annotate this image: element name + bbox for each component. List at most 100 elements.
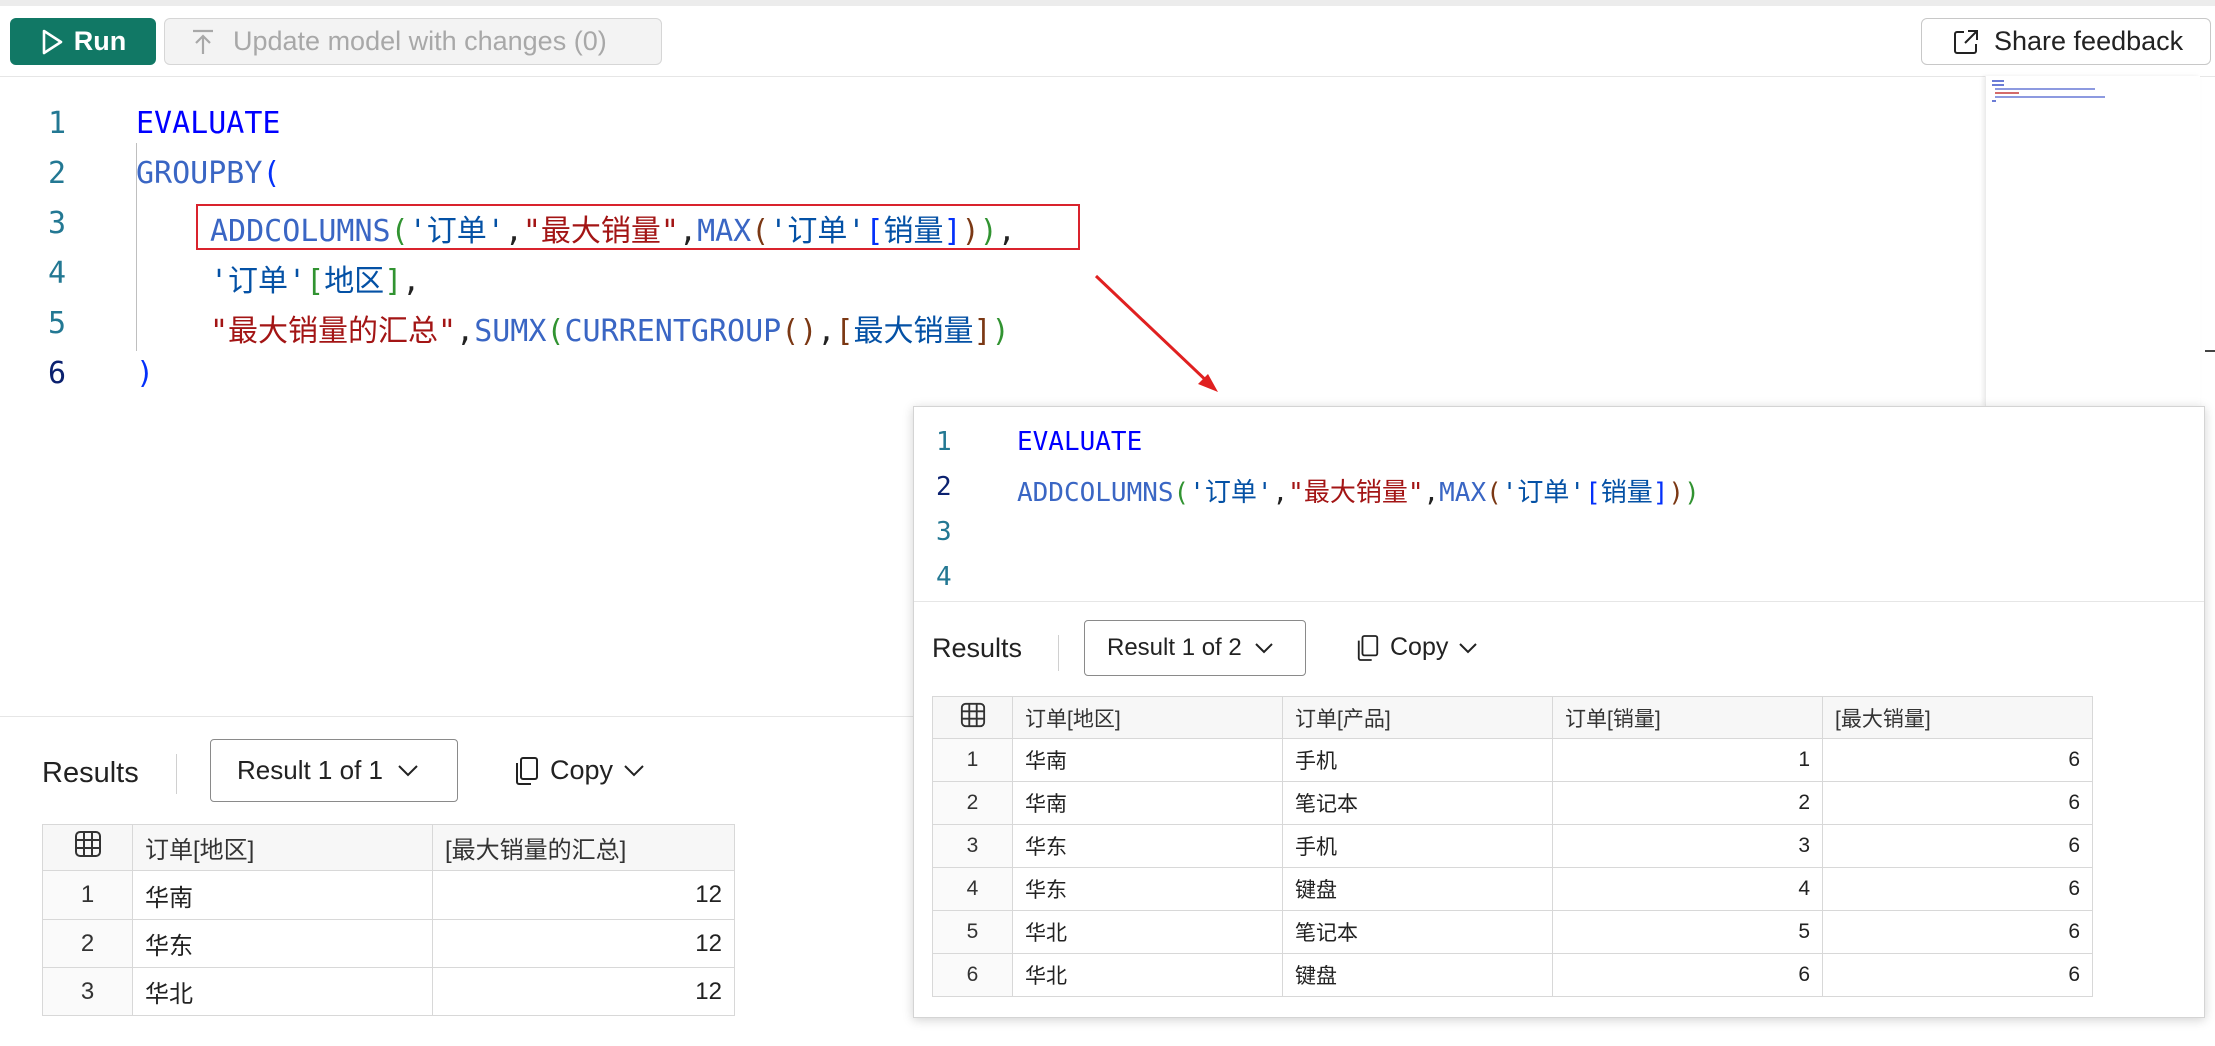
code-token: EVALUATE	[1017, 427, 1143, 457]
code-token: ,	[817, 314, 836, 349]
code-minimap[interactable]	[1985, 76, 2200, 406]
cell-region: 华北	[132, 967, 433, 1016]
row-index: 1	[42, 870, 133, 920]
code-token: )	[799, 314, 818, 349]
highlight-box	[196, 204, 1080, 250]
code-token: CURRENTGROUP	[564, 314, 782, 349]
results-divider	[914, 601, 2204, 602]
run-button[interactable]: Run	[10, 18, 156, 65]
open-external-icon	[1954, 29, 1978, 54]
row-index: 1	[932, 738, 1013, 782]
code-token: [	[1585, 478, 1601, 508]
cell-value: 12	[432, 967, 735, 1016]
line-number: 4	[936, 562, 952, 592]
cell-region: 华北	[1012, 910, 1283, 954]
cell-region: 华南	[1012, 738, 1283, 782]
code-token: ]	[384, 264, 403, 299]
result-select-dropdown[interactable]: Result 1 of 2	[1084, 620, 1306, 676]
code-token: "最大销量的汇总"	[210, 314, 457, 349]
cell-region: 华东	[1012, 867, 1283, 911]
table-row: 5 华北 笔记本 5 6	[932, 910, 2093, 954]
code-line-2: GROUPBY(	[136, 156, 281, 191]
row-index: 3	[932, 824, 1013, 868]
upload-arrow-icon	[193, 29, 213, 54]
table-header-row: 订单[地区] 订单[产品] 订单[销量] [最大销量]	[932, 696, 2093, 739]
result-select-value: Result 1 of 1	[237, 755, 383, 785]
overlay-query-panel: 1 2 3 4 EVALUATE ADDCOLUMNS('订单',"最大销量",…	[913, 406, 2205, 1018]
column-header[interactable]: 订单[地区]	[132, 824, 433, 871]
table-row: 1 华南 12	[42, 870, 735, 920]
column-header[interactable]: 订单[地区]	[1012, 696, 1283, 739]
grid-table-icon	[74, 831, 101, 857]
row-index: 2	[932, 781, 1013, 825]
table-row: 3 华北 12	[42, 967, 735, 1016]
code-token: "最大销量"	[1288, 478, 1424, 508]
column-header[interactable]: 订单[销量]	[1552, 696, 1823, 739]
code-line-1: EVALUATE	[136, 106, 281, 141]
copy-label: Copy	[550, 755, 614, 785]
code-token: (	[1173, 478, 1190, 508]
code-token: ,	[402, 264, 421, 299]
line-number: 3	[48, 206, 67, 241]
code-token: GROUPBY	[136, 156, 263, 191]
code-token: 最大销量	[853, 314, 974, 349]
code-token: 地区	[324, 264, 385, 299]
code-line-4: '订单'[地区],	[210, 256, 420, 300]
code-line-5: "最大销量的汇总",SUMX(CURRENTGROUP(),[最大销量])	[210, 306, 1010, 350]
cell-max: 6	[1822, 738, 2093, 782]
copy-icon	[1357, 634, 1379, 661]
cell-max: 6	[1822, 910, 2093, 954]
table-row: 1 华南 手机 1 6	[932, 738, 2093, 782]
code-token: MAX	[1439, 478, 1487, 508]
cell-product: 键盘	[1282, 953, 1553, 997]
minimap-line	[1995, 88, 2095, 90]
cell-region: 华东	[132, 919, 433, 968]
chevron-down-icon	[1255, 643, 1273, 654]
cell-qty: 3	[1552, 824, 1823, 868]
code-token: 销量	[1600, 478, 1653, 508]
cell-region: 华南	[1012, 781, 1283, 825]
line-number: 5	[48, 306, 67, 341]
results-divider	[0, 716, 920, 717]
code-token: ]	[973, 314, 992, 349]
cell-region: 华南	[132, 870, 433, 920]
line-number: 3	[936, 517, 952, 547]
cell-qty: 2	[1552, 781, 1823, 825]
copy-button[interactable]: Copy	[1356, 633, 1478, 662]
code-token: '订单'	[210, 264, 307, 299]
cell-max: 6	[1822, 953, 2093, 997]
share-feedback-label: Share feedback	[1994, 26, 2184, 56]
update-model-label: Update model with changes (0)	[233, 26, 607, 56]
cell-value: 12	[432, 919, 735, 968]
cell-region: 华北	[1012, 953, 1283, 997]
run-button-label: Run	[73, 26, 127, 56]
row-index: 6	[932, 953, 1013, 997]
minimap-line	[1992, 80, 2004, 82]
table-row: 4 华东 键盘 4 6	[932, 867, 2093, 911]
cell-qty: 1	[1552, 738, 1823, 782]
result-select-dropdown[interactable]: Result 1 of 1	[210, 739, 458, 802]
column-header[interactable]: [最大销量的汇总]	[432, 824, 735, 871]
column-header[interactable]: [最大销量]	[1822, 696, 2093, 739]
code-token: EVALUATE	[136, 106, 281, 141]
result-select-value: Result 1 of 2	[1107, 634, 1242, 661]
cell-max: 6	[1822, 867, 2093, 911]
code-token: [	[306, 264, 325, 299]
cell-value: 12	[432, 870, 735, 920]
cell-product: 键盘	[1282, 867, 1553, 911]
code-token: ADDCOLUMNS	[1017, 478, 1174, 508]
results-table: 订单[地区] 订单[产品] 订单[销量] [最大销量] 1 华南 手机 1 6 …	[932, 696, 2093, 997]
code-token: ,	[1272, 478, 1289, 508]
chevron-down-icon	[398, 764, 418, 776]
cell-product: 手机	[1282, 824, 1553, 868]
share-feedback-button[interactable]: Share feedback	[1921, 18, 2211, 65]
column-header[interactable]: 订单[产品]	[1282, 696, 1553, 739]
code-token: [	[835, 314, 854, 349]
code-token: (	[546, 314, 565, 349]
minimap-line	[1992, 100, 1996, 102]
play-icon	[42, 29, 63, 54]
update-model-button[interactable]: Update model with changes (0)	[164, 18, 662, 65]
cell-product: 笔记本	[1282, 781, 1553, 825]
copy-button[interactable]: Copy	[514, 755, 645, 786]
row-index: 4	[932, 867, 1013, 911]
